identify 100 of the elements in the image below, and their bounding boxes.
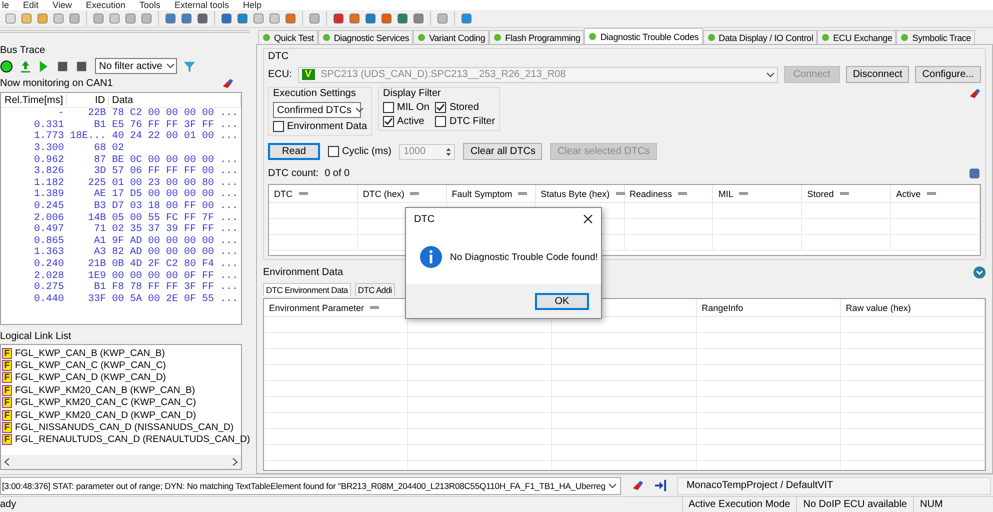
column-header[interactable]: Stored [807, 188, 834, 198]
menu-item[interactable]: Tools [139, 0, 160, 10]
list-item[interactable]: FGL_KWP_KM20_CAN_C (KWP_CAN_C) [15, 397, 196, 408]
column-header[interactable]: Fault Symptom [452, 188, 512, 198]
scroll-left-icon[interactable] [4, 458, 10, 466]
column-header[interactable]: ID [67, 94, 109, 106]
read-button[interactable]: Read [268, 143, 320, 160]
sort-icon[interactable] [298, 192, 308, 195]
table-cell-text: 57 06 FF FF FF 00 ... [111, 166, 240, 178]
button[interactable]: Configure... [915, 66, 981, 83]
column-header[interactable]: DTC [274, 188, 292, 198]
scroll-right-icon[interactable] [232, 458, 238, 466]
button[interactable]: Disconnect [846, 66, 910, 83]
column-header[interactable]: DTC (hex) [362, 188, 404, 198]
menu-item[interactable]: Edit [23, 0, 39, 10]
filter-dropdown[interactable]: No filter active [95, 58, 177, 74]
tab[interactable]: Variant Coding [413, 30, 490, 44]
status-text: ady [0, 499, 18, 510]
menu-item[interactable]: External tools [174, 0, 229, 10]
column-header[interactable]: Readiness [630, 188, 672, 198]
table-cell-text: 3.300 [32, 143, 65, 154]
column-header[interactable]: MIL [718, 188, 734, 198]
checkbox[interactable] [328, 146, 339, 157]
checkbox[interactable] [273, 121, 284, 132]
sort-icon[interactable] [370, 306, 380, 309]
list-item[interactable]: FGL_KWP_CAN_B (KWP_CAN_B) [15, 348, 165, 359]
menu-item[interactable]: le [2, 0, 10, 10]
table-cell-text: A1 [92, 236, 107, 247]
table-cell-text: B1 [92, 120, 107, 131]
column-header[interactable]: Environment Parameter [269, 302, 364, 312]
table-cell-text: D7 03 18 00 FF 00 ... [111, 201, 240, 212]
checkbox[interactable] [383, 102, 394, 113]
tab[interactable]: Symbolic Trace [896, 30, 975, 44]
sort-icon[interactable] [739, 192, 748, 195]
exit-icon[interactable] [654, 479, 668, 492]
tab[interactable]: ECU Exchange [817, 30, 896, 44]
button[interactable]: Clear all DTCs [463, 143, 542, 160]
list-item[interactable]: FGL_KWP_CAN_C (KWP_CAN_C) [15, 360, 166, 372]
tab[interactable]: DTC Environment Data [263, 283, 351, 296]
list-item[interactable]: FGL_RENAULTUDS_CAN_D (RENAULTUDS_CAN_D) [15, 434, 250, 446]
column-header[interactable]: Rel.Time[ms] [1, 94, 67, 106]
table-cell-text: 225 [86, 178, 107, 189]
list-item[interactable]: FGL_KWP_CAN_D (KWP_CAN_D) [15, 372, 166, 384]
spinner-icon[interactable] [445, 146, 452, 158]
table-cell-text: 00 00 00 00 0F FF ... [111, 270, 240, 282]
table-cell-text: B1 [92, 282, 107, 294]
mode-dropdown[interactable]: Confirmed DTCs [273, 102, 361, 118]
sort-icon[interactable] [616, 192, 625, 195]
tab[interactable]: Quick Test [258, 30, 318, 44]
close-icon[interactable] [583, 214, 593, 224]
checkbox-label: Stored [449, 102, 479, 113]
link-badge: F [2, 348, 12, 359]
table-cell-text: 1.773 [32, 131, 65, 142]
menu-item[interactable]: View [52, 0, 72, 10]
checkbox-label: Active [397, 116, 424, 127]
ecu-dropdown[interactable]: V SPC213 (UDS_CAN_D).SPC213__253_R26_213_R08 [298, 66, 778, 82]
info-icon [420, 246, 442, 268]
column-header[interactable]: Data [109, 94, 241, 106]
menu-item[interactable]: Execution [86, 0, 126, 10]
tab[interactable]: Data Display / IO Control [702, 30, 818, 44]
variant-badge: V [302, 69, 315, 80]
tab[interactable]: DTC Addi [354, 283, 395, 296]
filter-icon[interactable] [183, 60, 196, 72]
link-badge: F [2, 384, 12, 396]
horizontal-scrollbar[interactable] [1, 455, 241, 469]
table-cell-text: 2.006 [32, 212, 65, 224]
table-cell-text: 68 [92, 143, 107, 154]
column-header[interactable]: Status Byte (hex) [540, 188, 610, 198]
upload-icon[interactable] [19, 60, 32, 72]
table-cell-text: 0.865 [32, 236, 65, 247]
table-cell-text: 21B [86, 259, 107, 270]
list-item[interactable]: FGL_KWP_KM20_CAN_D (KWP_CAN_D) [15, 410, 196, 421]
column-header[interactable]: Raw value (hex) [846, 302, 911, 312]
dialog-title: DTC [414, 214, 435, 224]
column-header[interactable]: RangeInfo [702, 302, 744, 312]
column-header[interactable]: Active [896, 188, 921, 198]
ok-button[interactable]: OK [535, 292, 589, 310]
checkbox[interactable] [435, 116, 446, 127]
sort-icon[interactable] [678, 192, 688, 195]
table-cell-text: 17 D5 00 00 00 00 ... [111, 189, 240, 200]
monitoring-status: Now monitoring on CAN1 [0, 78, 113, 89]
checkbox[interactable] [383, 116, 394, 127]
sort-icon[interactable] [840, 192, 849, 195]
sort-icon[interactable] [410, 192, 420, 195]
message-dropdown[interactable]: [3:00:48:376] STAT: parameter out of range; DYN: No matching TextTableElement found for "BR213_R08M_204400_L213R08C55Q110H_FA_F1_TB1_HA_Uberreg [0, 476, 622, 494]
checkbox-label: MIL On [397, 102, 430, 113]
sort-icon[interactable] [518, 192, 528, 195]
sort-icon[interactable] [926, 192, 936, 195]
list-item[interactable]: FGL_KWP_KM20_CAN_B (KWP_CAN_B) [15, 384, 196, 396]
tab[interactable]: Diagnostic Trouble Codes [584, 28, 703, 44]
table-cell-text: 71 [92, 224, 107, 236]
record-icon[interactable] [0, 60, 13, 72]
tab[interactable]: Diagnostic Services [318, 30, 414, 44]
dropdown-caret-icon [766, 72, 775, 78]
list-item[interactable]: FGL_NISSANUDS_CAN_D (NISSANUDS_CAN_D) [15, 422, 234, 434]
checkbox[interactable] [435, 102, 446, 113]
count-label: DTC count: [268, 168, 319, 179]
menu-item[interactable]: Help [242, 0, 262, 10]
tab[interactable]: Flash Programming [489, 30, 584, 44]
chevron-down-icon[interactable] [973, 266, 986, 279]
